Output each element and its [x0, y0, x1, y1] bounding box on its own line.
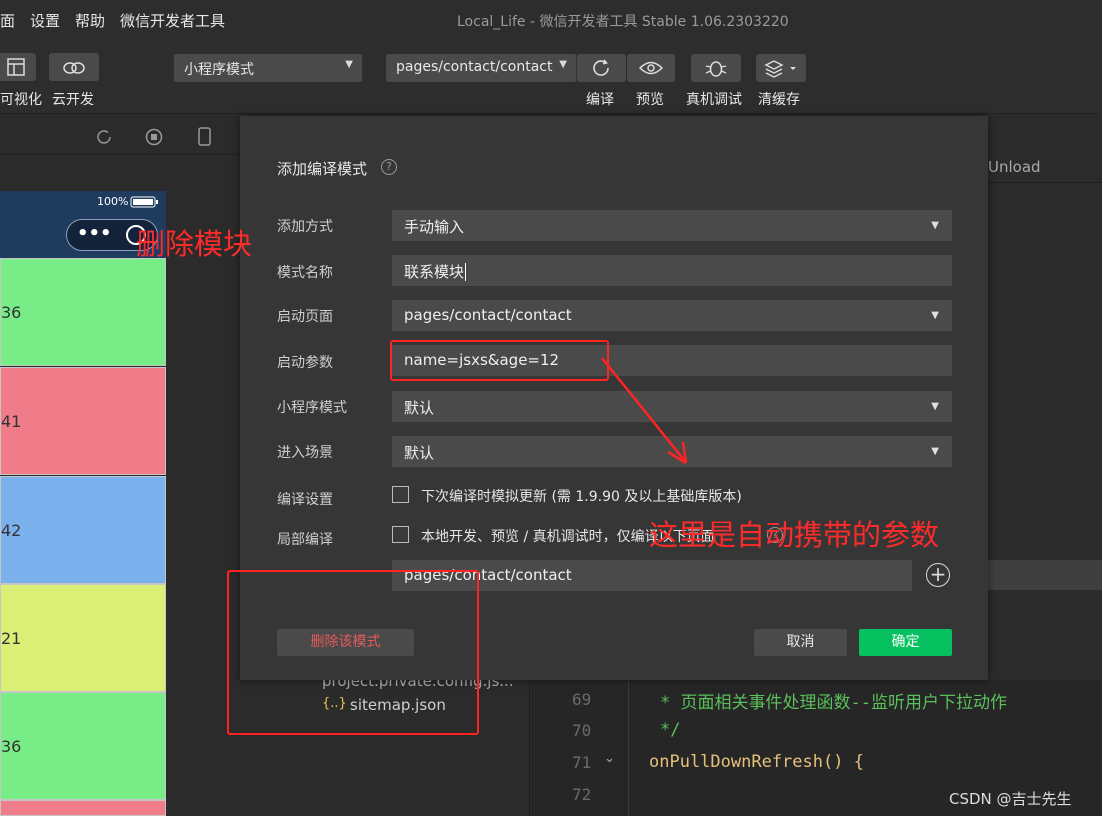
confirm-button[interactable]: 确定: [859, 629, 952, 656]
annotation-auto-params: 这里是自动携带的参数: [649, 518, 940, 552]
more-icon[interactable]: •••: [77, 223, 112, 244]
compile-label: 编译: [586, 92, 614, 108]
preview-label: 预览: [636, 92, 664, 108]
mode-select-value: 小程序模式: [184, 62, 254, 78]
list-item[interactable]: [0, 800, 166, 816]
phone-status-bar: 100%: [0, 191, 166, 213]
code-comment: * 页面相关事件处理函数--监听用户下拉动作: [660, 693, 1007, 713]
line-number: 69: [572, 690, 592, 709]
page-select[interactable]: pages/contact/contact ▼: [386, 54, 576, 82]
scene-value: 默认: [404, 444, 435, 462]
page-select-value: pages/contact/contact: [396, 59, 553, 75]
code-comment-end: */: [660, 720, 681, 740]
cloud-button[interactable]: [49, 53, 99, 81]
field-label-compile-settings: 编译设置: [277, 492, 333, 508]
list-item[interactable]: 41: [0, 367, 166, 475]
visual-label: 可视化: [0, 92, 42, 108]
menu-item-devtools[interactable]: 微信开发者工具: [120, 10, 225, 31]
eye-icon: [638, 61, 664, 75]
list-item[interactable]: 42: [0, 476, 166, 584]
layout-icon: [7, 58, 25, 76]
menu-item-settings[interactable]: 设置: [30, 10, 60, 31]
field-label-add-method: 添加方式: [277, 219, 333, 235]
field-label-start-params: 启动参数: [277, 355, 333, 371]
add-method-select[interactable]: 手动输入 ▼: [392, 210, 952, 241]
debugger-tab-strip: Unload: [988, 155, 1102, 183]
stop-icon[interactable]: [144, 127, 164, 147]
mode-name-input[interactable]: 联系模块: [392, 255, 952, 286]
caret-down-icon: ▼: [931, 401, 939, 412]
cloud-label: 云开发: [52, 92, 94, 108]
partial-compile-checkbox[interactable]: [392, 526, 409, 543]
preview-button[interactable]: [627, 54, 675, 82]
list-item[interactable]: 21: [0, 584, 166, 692]
line-number: 71: [572, 753, 592, 772]
battery-icon: [130, 196, 158, 208]
annotation-delete-box: [227, 570, 479, 735]
caret-down-icon: ▼: [931, 310, 939, 321]
right-input-strip: [988, 560, 1102, 590]
list-item[interactable]: 36: [0, 692, 166, 800]
layers-icon: [764, 60, 796, 78]
line-number: 72: [572, 785, 592, 804]
annotation-delete-module: 删除模块: [136, 227, 253, 261]
compile-button[interactable]: [576, 54, 626, 82]
dialog-title: 添加编译模式: [277, 160, 368, 178]
line-number: 70: [572, 721, 592, 740]
miniprogram-mode-value: 默认: [404, 399, 435, 417]
field-label-partial-compile: 局部编译: [277, 532, 333, 548]
watermark: CSDN @吉士先生: [949, 790, 1072, 808]
start-page-select[interactable]: pages/contact/contact ▼: [392, 300, 952, 331]
simulate-update-checkbox[interactable]: [392, 486, 409, 503]
caret-down-icon: ▼: [345, 59, 353, 70]
clear-cache-button[interactable]: [756, 54, 806, 82]
remote-debug-label: 真机调试: [686, 92, 742, 108]
refresh-icon: [593, 59, 609, 76]
field-label-scene: 进入场景: [277, 445, 333, 461]
tab-unload[interactable]: Unload: [988, 158, 1041, 176]
field-label-mode-name: 模式名称: [277, 265, 333, 281]
text-cursor: [465, 263, 467, 281]
menu-item-interface[interactable]: 面: [0, 10, 15, 31]
scene-select[interactable]: 默认 ▼: [392, 436, 952, 467]
cloud-icon: [63, 62, 85, 74]
clear-cache-label: 清缓存: [758, 92, 800, 108]
rotate-icon[interactable]: [94, 127, 114, 147]
miniprogram-mode-select[interactable]: 默认 ▼: [392, 391, 952, 422]
caret-down-icon: ▼: [931, 220, 939, 231]
visual-button[interactable]: [0, 53, 36, 81]
caret-down-icon: ▼: [559, 59, 567, 70]
help-icon[interactable]: ?: [381, 159, 397, 175]
menu-item-help[interactable]: 帮助: [75, 10, 105, 31]
fold-chevron-icon[interactable]: ⌄: [604, 751, 615, 766]
code-function: onPullDownRefresh() {: [649, 752, 864, 772]
cancel-button[interactable]: 取消: [754, 629, 847, 656]
bug-icon: [705, 61, 727, 77]
annotation-params-box: [390, 340, 609, 381]
simulate-update-text: 下次编译时模拟更新 (需 1.9.90 及以上基础库版本): [421, 489, 742, 505]
phone-icon[interactable]: [195, 126, 215, 148]
battery-percent: 100%: [97, 195, 129, 208]
simulator-subbar: [0, 115, 240, 155]
field-label-start-page: 启动页面: [277, 309, 333, 325]
mode-select[interactable]: 小程序模式 ▼: [174, 54, 362, 82]
field-label-miniprogram-mode: 小程序模式: [277, 400, 347, 416]
list-item[interactable]: 36: [0, 258, 166, 366]
start-page-value: pages/contact/contact: [404, 306, 572, 324]
remote-debug-button[interactable]: [691, 54, 741, 82]
mode-name-value: 联系模块: [404, 263, 465, 281]
window-title: Local_Life - 微信开发者工具 Stable 1.06.2303220: [457, 14, 789, 30]
add-page-icon[interactable]: +: [926, 563, 950, 587]
caret-down-icon: ▼: [931, 446, 939, 457]
add-method-value: 手动输入: [404, 218, 465, 236]
